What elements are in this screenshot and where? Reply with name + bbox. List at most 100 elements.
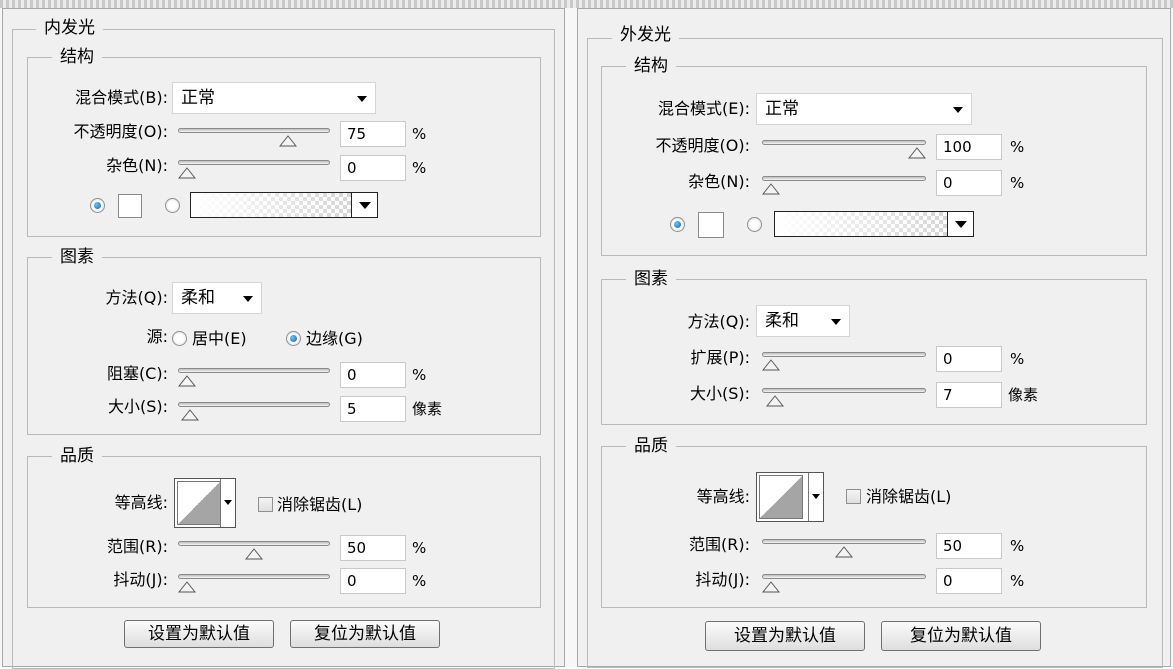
outer-jitter-label: 抖动(J): — [695, 570, 750, 589]
inner-gradient-radio[interactable] — [165, 198, 180, 213]
chevron-down-icon — [953, 107, 963, 113]
inner-elements-title: 图素 — [52, 246, 102, 268]
outer-jitter-slider-thumb[interactable] — [761, 578, 781, 593]
inner-range-slider-thumb[interactable] — [244, 545, 264, 560]
contour-linear-icon — [759, 475, 803, 519]
chevron-down-icon — [243, 296, 253, 302]
outer-noise-unit: % — [1010, 174, 1025, 192]
outer-opacity-input[interactable]: 100 — [936, 134, 1002, 160]
outer-contour-picker[interactable] — [756, 472, 824, 522]
inner-source-edge-radio[interactable] — [286, 331, 301, 346]
inner-noise-slider-thumb[interactable] — [177, 164, 197, 179]
outer-range-input[interactable]: 50 — [936, 533, 1002, 559]
inner-choke-slider-thumb[interactable] — [177, 372, 197, 387]
inner-blend-mode-select[interactable]: 正常 — [172, 82, 376, 114]
outer-anti-alias-label[interactable]: 消除锯齿(L) — [866, 486, 951, 508]
outer-size-label: 大小(S): — [689, 384, 750, 403]
inner-reset-default-button[interactable]: 复位为默认值 — [290, 620, 440, 648]
chevron-down-icon[interactable] — [220, 479, 235, 527]
outer-glow-title: 外发光 — [612, 24, 679, 46]
inner-solid-color-radio[interactable] — [90, 198, 105, 213]
inner-contour-picker[interactable] — [174, 478, 236, 528]
inner-contour-label: 等高线: — [114, 493, 168, 512]
inner-size-input[interactable]: 5 — [340, 396, 406, 422]
outer-size-unit: 像素 — [1008, 386, 1039, 404]
outer-blend-mode-label: 混合模式(E): — [658, 99, 750, 118]
chevron-down-icon[interactable] — [947, 212, 973, 236]
inner-technique-label: 方法(Q): — [105, 288, 168, 307]
outer-opacity-unit: % — [1010, 138, 1025, 156]
outer-jitter-input[interactable]: 0 — [936, 568, 1002, 594]
inner-source-center-radio[interactable] — [172, 331, 187, 346]
outer-technique-select[interactable]: 柔和 — [756, 305, 850, 337]
inner-opacity-input[interactable]: 75 — [340, 121, 406, 147]
outer-spread-label: 扩展(P): — [690, 348, 750, 367]
inner-structure-title: 结构 — [52, 46, 102, 68]
outer-anti-alias-checkbox[interactable] — [846, 489, 861, 504]
contour-linear-icon — [177, 481, 221, 525]
outer-spread-slider-thumb[interactable] — [761, 356, 781, 371]
inner-choke-unit: % — [412, 366, 427, 384]
inner-opacity-slider-track[interactable] — [178, 128, 330, 133]
outer-range-slider-thumb[interactable] — [834, 543, 854, 558]
outer-size-slider-thumb[interactable] — [766, 392, 785, 407]
outer-size-input[interactable]: 7 — [936, 382, 1002, 408]
outer-noise-slider-track[interactable] — [762, 176, 926, 181]
inner-choke-slider-track[interactable] — [178, 368, 330, 373]
chevron-down-icon[interactable] — [808, 473, 823, 521]
outer-noise-slider-thumb[interactable] — [761, 180, 781, 195]
inner-range-input[interactable]: 50 — [340, 535, 406, 561]
inner-make-default-button[interactable]: 设置为默认值 — [124, 620, 274, 648]
inner-source-edge-label[interactable]: 边缘(G) — [306, 328, 363, 350]
inner-range-unit: % — [412, 539, 427, 557]
outer-spread-input[interactable]: 0 — [936, 346, 1002, 372]
outer-size-slider-track[interactable] — [762, 388, 926, 393]
outer-quality-title: 品质 — [626, 435, 676, 457]
outer-technique-value: 柔和 — [765, 311, 799, 331]
outer-color-swatch[interactable] — [698, 212, 724, 238]
outer-noise-label: 杂色(N): — [688, 172, 750, 191]
outer-opacity-slider-thumb[interactable] — [907, 144, 927, 159]
inner-opacity-label: 不透明度(O): — [73, 122, 168, 141]
inner-quality-title: 品质 — [52, 445, 102, 467]
outer-range-label: 范围(R): — [689, 535, 750, 554]
outer-technique-label: 方法(Q): — [687, 312, 750, 331]
inner-opacity-unit: % — [412, 125, 427, 143]
inner-source-center-label[interactable]: 居中(E) — [192, 328, 247, 350]
inner-gradient-picker[interactable] — [190, 192, 378, 218]
outer-opacity-slider-track[interactable] — [762, 140, 926, 145]
inner-choke-input[interactable]: 0 — [340, 362, 406, 388]
outer-spread-slider-track[interactable] — [762, 352, 926, 357]
inner-glow-title: 内发光 — [36, 17, 103, 39]
chevron-down-icon — [357, 96, 367, 102]
outer-solid-color-radio[interactable] — [670, 217, 685, 232]
outer-contour-label: 等高线: — [696, 487, 750, 506]
chevron-down-icon[interactable] — [351, 193, 377, 217]
chevron-down-icon — [831, 319, 841, 325]
outer-blend-mode-value: 正常 — [765, 99, 799, 119]
inner-anti-alias-label[interactable]: 消除锯齿(L) — [277, 494, 362, 516]
inner-opacity-slider-thumb[interactable] — [278, 132, 297, 147]
inner-anti-alias-checkbox[interactable] — [258, 497, 273, 512]
outer-noise-input[interactable]: 0 — [936, 170, 1002, 196]
inner-noise-label: 杂色(N): — [106, 156, 168, 175]
outer-gradient-picker[interactable] — [774, 211, 974, 237]
inner-jitter-input[interactable]: 0 — [340, 568, 406, 594]
inner-noise-slider-track[interactable] — [178, 160, 330, 165]
inner-size-slider-track[interactable] — [178, 402, 330, 407]
inner-jitter-slider-thumb[interactable] — [177, 578, 197, 593]
inner-color-swatch[interactable] — [118, 194, 142, 218]
outer-make-default-button[interactable]: 设置为默认值 — [705, 621, 865, 651]
inner-jitter-label: 抖动(J): — [113, 570, 168, 589]
inner-noise-input[interactable]: 0 — [340, 155, 406, 181]
outer-blend-mode-select[interactable]: 正常 — [756, 93, 972, 125]
inner-noise-unit: % — [412, 159, 427, 177]
outer-gradient-radio[interactable] — [747, 217, 762, 232]
inner-technique-select[interactable]: 柔和 — [172, 282, 262, 314]
inner-size-slider-thumb[interactable] — [180, 406, 199, 421]
outer-jitter-slider-track[interactable] — [762, 574, 926, 579]
outer-reset-default-button[interactable]: 复位为默认值 — [881, 621, 1041, 651]
inner-source-label: 源: — [146, 327, 168, 346]
outer-elements-title: 图素 — [626, 268, 676, 290]
inner-jitter-slider-track[interactable] — [178, 574, 330, 579]
